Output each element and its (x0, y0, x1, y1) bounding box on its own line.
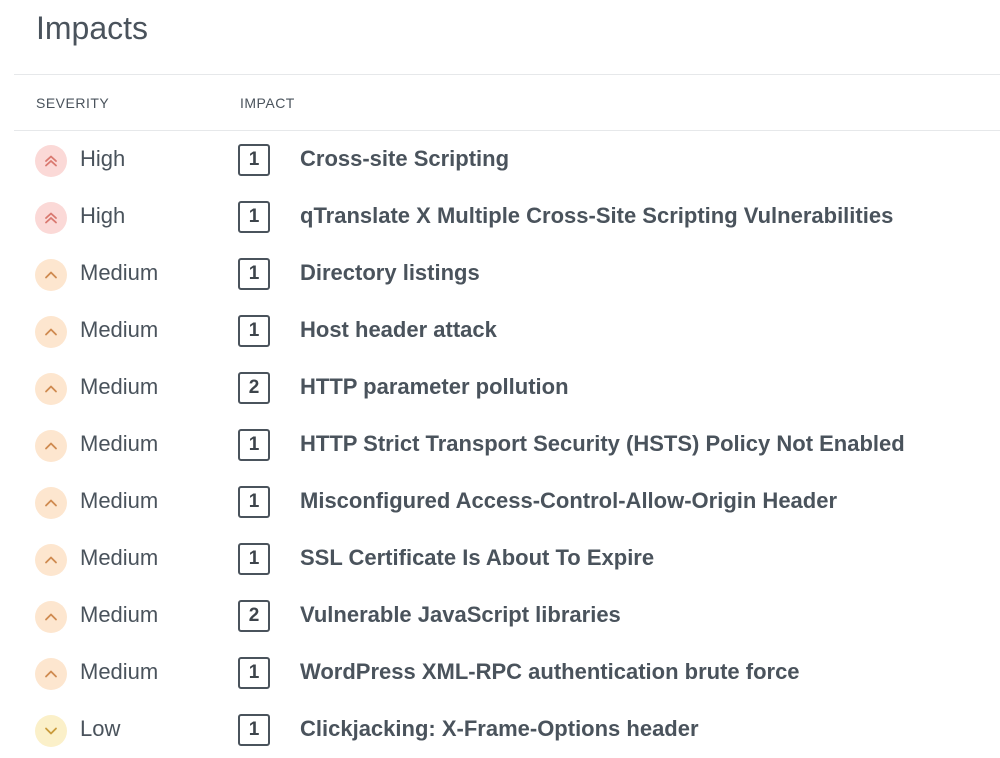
chevron-up-icon (43, 324, 59, 340)
severity-label: High (80, 146, 126, 171)
table-row[interactable]: Medium 1 Directory listings (0, 245, 1000, 302)
impact-count-badge: 2 (238, 600, 270, 632)
severity-badge (35, 373, 67, 405)
column-header-impact[interactable]: IMPACT (240, 94, 295, 112)
severity-label: Medium (80, 602, 159, 627)
double-chevron-up-icon (43, 210, 59, 226)
table-row[interactable]: High 1 Cross-site Scripting (0, 131, 1000, 188)
severity-label: Medium (80, 374, 159, 399)
severity-badge (35, 259, 67, 291)
impact-count-badge: 1 (238, 429, 270, 461)
table-row[interactable]: Low 1 Clickjacking: X-Frame-Options head… (0, 701, 1000, 758)
severity-badge (35, 544, 67, 576)
severity-label: Medium (80, 317, 159, 342)
impact-count-badge: 2 (238, 372, 270, 404)
table-row[interactable]: Medium 1 HTTP Strict Transport Security … (0, 416, 1000, 473)
impact-count-badge: 1 (238, 258, 270, 290)
table-row[interactable]: Medium 1 SSL Certificate Is About To Exp… (0, 530, 1000, 587)
severity-badge (35, 202, 67, 234)
severity-badge (35, 601, 67, 633)
impact-name-link[interactable]: Clickjacking: X-Frame-Options header (300, 715, 699, 743)
table-row[interactable]: High 1 qTranslate X Multiple Cross-Site … (0, 188, 1000, 245)
impact-name-link[interactable]: qTranslate X Multiple Cross-Site Scripti… (300, 202, 893, 230)
severity-label: Medium (80, 260, 159, 285)
severity-badge (35, 430, 67, 462)
impact-count-badge: 1 (238, 486, 270, 518)
severity-label: Medium (80, 659, 159, 684)
chevron-up-icon (43, 381, 59, 397)
chevron-down-icon (43, 723, 59, 739)
table-row[interactable]: Medium 1 WordPress XML-RPC authenticatio… (0, 644, 1000, 701)
page-title: Impacts (36, 10, 149, 46)
impact-name-link[interactable]: Directory listings (300, 259, 480, 287)
impact-name-link[interactable]: Vulnerable JavaScript libraries (300, 601, 621, 629)
impact-name-link[interactable]: Host header attack (300, 316, 497, 344)
impact-count-badge: 1 (238, 315, 270, 347)
chevron-up-icon (43, 438, 59, 454)
impact-name-link[interactable]: Misconfigured Access-Control-Allow-Origi… (300, 487, 837, 515)
severity-label: Low (80, 716, 121, 741)
severity-label: Medium (80, 431, 159, 456)
impact-count-badge: 1 (238, 201, 270, 233)
impact-count-badge: 1 (238, 144, 270, 176)
impact-name-link[interactable]: HTTP Strict Transport Security (HSTS) Po… (300, 430, 905, 458)
double-chevron-up-icon (43, 153, 59, 169)
chevron-up-icon (43, 666, 59, 682)
impacts-table-body: High 1 Cross-site Scripting High 1 qTran… (0, 131, 1000, 758)
severity-badge (35, 715, 67, 747)
table-row[interactable]: Medium 1 Host header attack (0, 302, 1000, 359)
impact-count-badge: 1 (238, 543, 270, 575)
chevron-up-icon (43, 495, 59, 511)
severity-label: Medium (80, 488, 159, 513)
severity-badge (35, 145, 67, 177)
chevron-up-icon (43, 609, 59, 625)
severity-badge (35, 658, 67, 690)
title-divider (14, 74, 1000, 75)
severity-label: Medium (80, 545, 159, 570)
impact-name-link[interactable]: WordPress XML-RPC authentication brute f… (300, 658, 800, 686)
chevron-up-icon (43, 267, 59, 283)
severity-badge (35, 487, 67, 519)
impact-name-link[interactable]: SSL Certificate Is About To Expire (300, 544, 654, 572)
table-row[interactable]: Medium 2 HTTP parameter pollution (0, 359, 1000, 416)
impact-name-link[interactable]: Cross-site Scripting (300, 145, 509, 173)
column-header-severity[interactable]: SEVERITY (36, 94, 109, 112)
table-row[interactable]: Medium 1 Misconfigured Access-Control-Al… (0, 473, 1000, 530)
impact-count-badge: 1 (238, 657, 270, 689)
severity-label: High (80, 203, 126, 228)
table-row[interactable]: Medium 2 Vulnerable JavaScript libraries (0, 587, 1000, 644)
impact-count-badge: 1 (238, 714, 270, 746)
severity-badge (35, 316, 67, 348)
chevron-up-icon (43, 552, 59, 568)
impact-name-link[interactable]: HTTP parameter pollution (300, 373, 569, 401)
